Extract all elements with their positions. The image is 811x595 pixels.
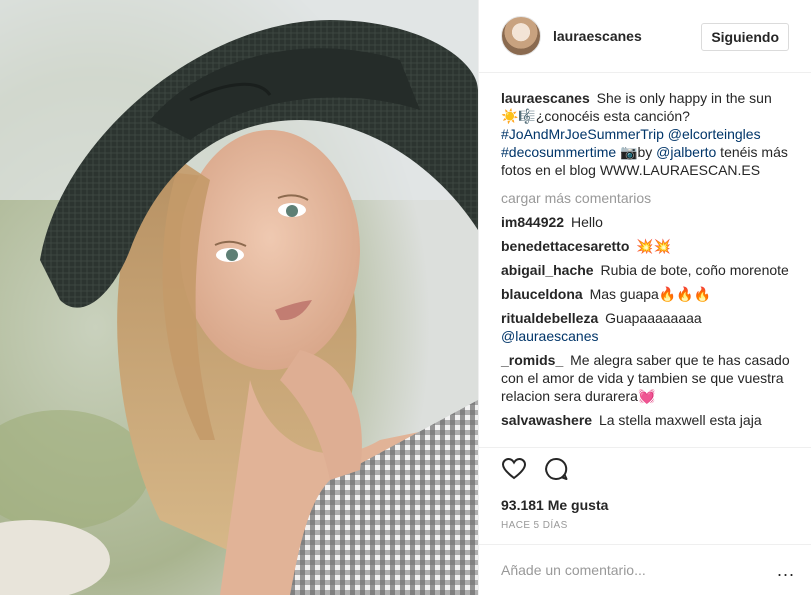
post-side-panel: lauraescanes Siguiendo lauraescanes She … — [478, 0, 811, 595]
comment-username[interactable]: blauceldona — [501, 286, 583, 302]
load-more-comments-link[interactable]: cargar más comentarios — [501, 189, 791, 207]
comment-bubble-icon[interactable] — [543, 456, 569, 482]
post-date[interactable]: HACE 5 DÍAS — [479, 514, 811, 543]
comment-username[interactable]: abigail_hache — [501, 262, 594, 278]
comment-input[interactable] — [501, 561, 777, 578]
photo-illustration — [0, 0, 478, 595]
instagram-post: lauraescanes Siguiendo lauraescanes She … — [0, 0, 811, 595]
comment-mention[interactable]: @lauraescanes — [501, 328, 599, 344]
post-caption: lauraescanes She is only happy in the su… — [501, 89, 791, 179]
comment-text: Rubia de bote, coño morenote — [600, 262, 789, 278]
comment-username[interactable]: im844922 — [501, 214, 564, 230]
avatar[interactable] — [501, 16, 541, 56]
post-actions — [479, 446, 811, 485]
comment-username[interactable]: ritualdebelleza — [501, 310, 598, 326]
caption-username[interactable]: lauraescanes — [501, 90, 590, 106]
post-photo[interactable] — [0, 0, 478, 595]
comment-text: 💥💥 — [636, 238, 672, 254]
caption-hashtag[interactable]: #decosummertime — [501, 144, 616, 160]
following-button[interactable]: Siguiendo — [701, 23, 789, 51]
header-username[interactable]: lauraescanes — [553, 28, 642, 44]
comment-text: La stella maxwell esta jaja — [598, 412, 762, 428]
caption-text: 📷by — [616, 144, 657, 160]
comment-text: Hello — [570, 214, 603, 230]
comment-username[interactable]: _romids_ — [501, 352, 563, 368]
add-comment-bar: ... — [479, 543, 811, 595]
comment-username[interactable]: benedettacesaretto — [501, 238, 629, 254]
heart-icon[interactable] — [501, 456, 527, 482]
comment-text: Mas guapa🔥🔥🔥 — [589, 286, 712, 302]
caption-mention[interactable]: @elcorteingles — [668, 126, 761, 142]
comment: blauceldona Mas guapa🔥🔥🔥 — [501, 285, 791, 303]
comment: ritualdebelleza Guapaaaaaaaa @lauraescan… — [501, 309, 791, 345]
comment: abigail_hache Rubia de bote, coño moreno… — [501, 261, 791, 279]
comment-username[interactable]: salvawashere — [501, 412, 592, 428]
comment: im844922 Hello — [501, 213, 791, 231]
likes-count[interactable]: 93.181 Me gusta — [479, 485, 811, 514]
caption-hashtag[interactable]: #JoAndMrJoeSummerTrip — [501, 126, 664, 142]
comment: salvawashere La stella maxwell esta jaja — [501, 411, 791, 429]
comment: _romids_ Me alegra saber que te has casa… — [501, 351, 791, 405]
comment-text: Guapaaaaaaaa — [605, 310, 702, 326]
caption-mention[interactable]: @jalberto — [656, 144, 716, 160]
more-options-icon[interactable]: ... — [777, 561, 795, 579]
post-header: lauraescanes Siguiendo — [479, 0, 811, 73]
comment: benedettacesaretto 💥💥 — [501, 237, 791, 255]
comments-list[interactable]: lauraescanes She is only happy in the su… — [479, 73, 811, 447]
